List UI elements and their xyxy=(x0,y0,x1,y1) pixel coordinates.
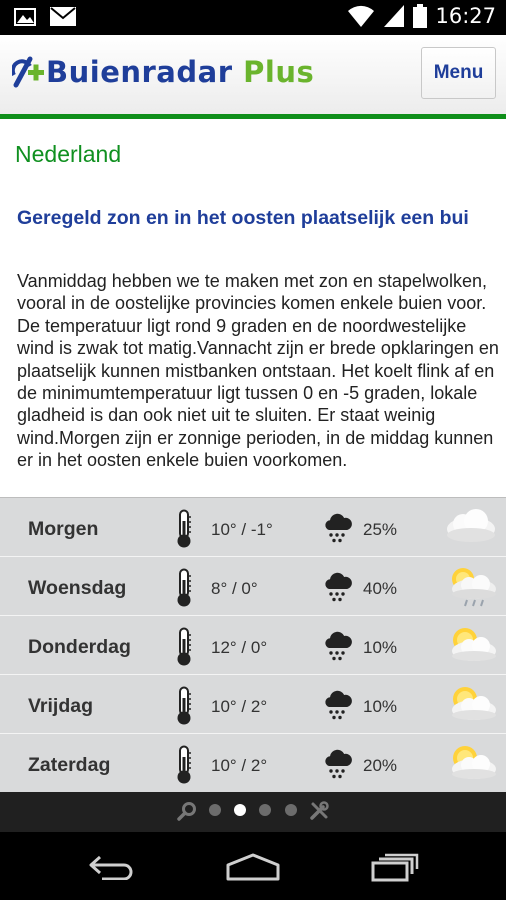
forecast-headline: Geregeld zon en in het oosten plaatselij… xyxy=(17,207,469,229)
app-logo: Buienradar Plus xyxy=(12,55,314,89)
forecast-body: Vanmiddag hebben we te maken met zon en … xyxy=(17,271,499,471)
forecast-list: Morgen 10° / -1° 25% Woensdag 8° / 0° 40… xyxy=(0,497,506,793)
page-dot[interactable] xyxy=(259,804,271,816)
cloudy-icon xyxy=(441,505,499,549)
forecast-text-panel[interactable]: Nederland Geregeld zon en in het oosten … xyxy=(0,119,506,497)
forecast-row[interactable]: Morgen 10° / -1° 25% xyxy=(0,498,506,557)
forecast-temp: 10° / -1° xyxy=(211,520,273,539)
settings-tools-icon[interactable] xyxy=(309,801,329,821)
rain-cloud-icon xyxy=(322,689,354,721)
thermometer-icon xyxy=(174,627,194,667)
partly-sunny-icon xyxy=(441,741,499,785)
forecast-row[interactable]: Zaterdag 10° / 2° 20% xyxy=(0,734,506,793)
forecast-day: Morgen xyxy=(28,518,99,540)
mail-icon xyxy=(50,7,76,26)
rain-cloud-icon xyxy=(322,512,354,544)
forecast-day: Donderdag xyxy=(28,636,131,658)
rain-cloud-icon xyxy=(322,571,354,603)
forecast-day: Vrijdag xyxy=(28,695,94,717)
page-dot-active[interactable] xyxy=(234,804,246,816)
thermometer-icon xyxy=(174,686,194,726)
forecast-day: Woensdag xyxy=(28,577,127,599)
forecast-temp: 10° / 2° xyxy=(211,697,268,716)
signal-icon xyxy=(384,5,405,27)
region-title: Nederland xyxy=(15,141,122,167)
status-time: 16:27 xyxy=(435,4,496,28)
rain-chance: 25% xyxy=(363,520,398,539)
recent-apps-icon[interactable] xyxy=(370,852,420,882)
page-indicator-bar xyxy=(0,792,506,832)
battery-icon xyxy=(413,4,428,28)
thermometer-icon xyxy=(174,509,194,549)
rain-chance: 20% xyxy=(363,756,398,775)
rain-cloud-icon xyxy=(322,630,354,662)
forecast-row[interactable]: Vrijdag 10° / 2° 10% xyxy=(0,675,506,734)
rain-chance: 40% xyxy=(363,579,398,598)
forecast-temp: 12° / 0° xyxy=(211,638,268,657)
thermometer-icon xyxy=(174,568,194,608)
status-bar: 16:27 xyxy=(0,0,506,35)
logo-icon xyxy=(12,56,44,88)
partly-cloudy-rain-icon xyxy=(441,564,499,608)
forecast-day: Zaterdag xyxy=(28,754,111,776)
rain-chance: 10% xyxy=(363,638,398,657)
menu-button[interactable]: Menu xyxy=(421,47,496,99)
thermometer-icon xyxy=(174,745,194,785)
app-header: Buienradar Plus Menu xyxy=(0,35,506,115)
forecast-temp: 10° / 2° xyxy=(211,756,268,775)
search-icon[interactable] xyxy=(177,801,197,821)
forecast-temp: 8° / 0° xyxy=(211,579,258,598)
back-icon[interactable] xyxy=(88,854,138,880)
rain-cloud-icon xyxy=(322,748,354,780)
system-nav-bar xyxy=(0,832,506,900)
page-dot[interactable] xyxy=(209,804,221,816)
home-icon[interactable] xyxy=(225,852,281,882)
wifi-icon xyxy=(348,5,375,28)
forecast-row[interactable]: Donderdag 12° / 0° 10% xyxy=(0,616,506,675)
logo-text: Buienradar Plus xyxy=(46,55,315,89)
rain-chance: 10% xyxy=(363,697,398,716)
forecast-row[interactable]: Woensdag 8° / 0° 40% xyxy=(0,557,506,616)
image-icon xyxy=(14,7,36,26)
partly-sunny-icon xyxy=(441,682,499,726)
page-dot[interactable] xyxy=(285,804,297,816)
partly-sunny-icon xyxy=(441,623,499,667)
